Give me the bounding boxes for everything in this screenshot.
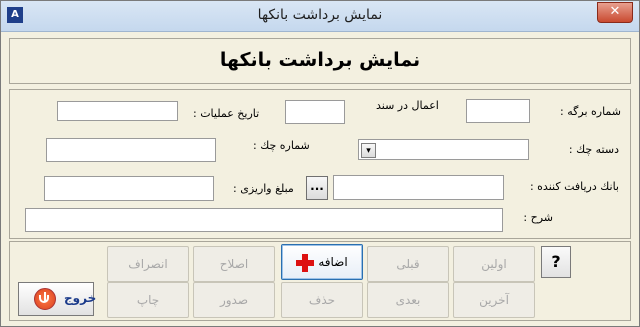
print-button[interactable]: چاپ [107,282,189,318]
add-button-label: اضافه [318,255,348,269]
plus-icon [296,253,315,272]
close-button[interactable]: ✕ [597,2,633,23]
page-title: نمایش برداشت بانکها [219,49,421,71]
sheet-number-label: شماره برگه : [560,105,621,118]
operations-in-doc-label: اعمال در سند [376,99,439,112]
next-button[interactable]: بعدی [367,282,449,318]
deposit-amount-label: مبلغ واریزی : [233,182,294,195]
description-label: شرح : [523,211,553,224]
app-window: A نمایش برداشت بانکها ✕ نمایش برداشت بان… [0,0,640,327]
exit-button[interactable]: خروج [18,282,97,316]
operation-date-label: تاریخ عملیات : [193,107,260,120]
title-bar: A نمایش برداشت بانکها ✕ [1,1,639,32]
last-button[interactable]: آخرین [453,282,535,318]
check-number-label: شماره چك : [253,139,310,152]
issue-button[interactable]: صدور [193,282,275,318]
operations-in-doc-field[interactable] [285,100,345,124]
receiver-bank-label: بانك دریافت كننده : [529,180,619,193]
check-book-combo[interactable]: ▾ [358,139,529,160]
delete-button[interactable]: حذف [281,282,363,318]
cancel-button[interactable]: انصراف [107,246,189,282]
chevron-down-icon[interactable]: ▾ [361,143,376,158]
edit-button[interactable]: اصلاح [193,246,275,282]
check-number-field[interactable] [46,138,216,162]
exit-button-label: خروج [64,291,97,305]
sheet-number-field[interactable] [466,99,530,123]
check-book-label: دسته چك : [568,143,619,156]
help-button[interactable]: ? [541,246,571,278]
first-button[interactable]: اولین [453,246,535,282]
deposit-amount-field[interactable] [44,176,214,201]
window-title: نمایش برداشت بانکها [257,7,383,23]
previous-button[interactable]: قبلی [367,246,449,282]
operation-date-field[interactable] [57,101,178,121]
receiver-bank-field[interactable] [333,175,504,200]
browse-bank-button[interactable]: ... [306,176,328,200]
header-panel: نمایش برداشت بانکها [9,38,631,84]
add-button[interactable]: اضافه [281,244,363,280]
description-field[interactable] [25,208,503,232]
power-icon [34,288,56,310]
